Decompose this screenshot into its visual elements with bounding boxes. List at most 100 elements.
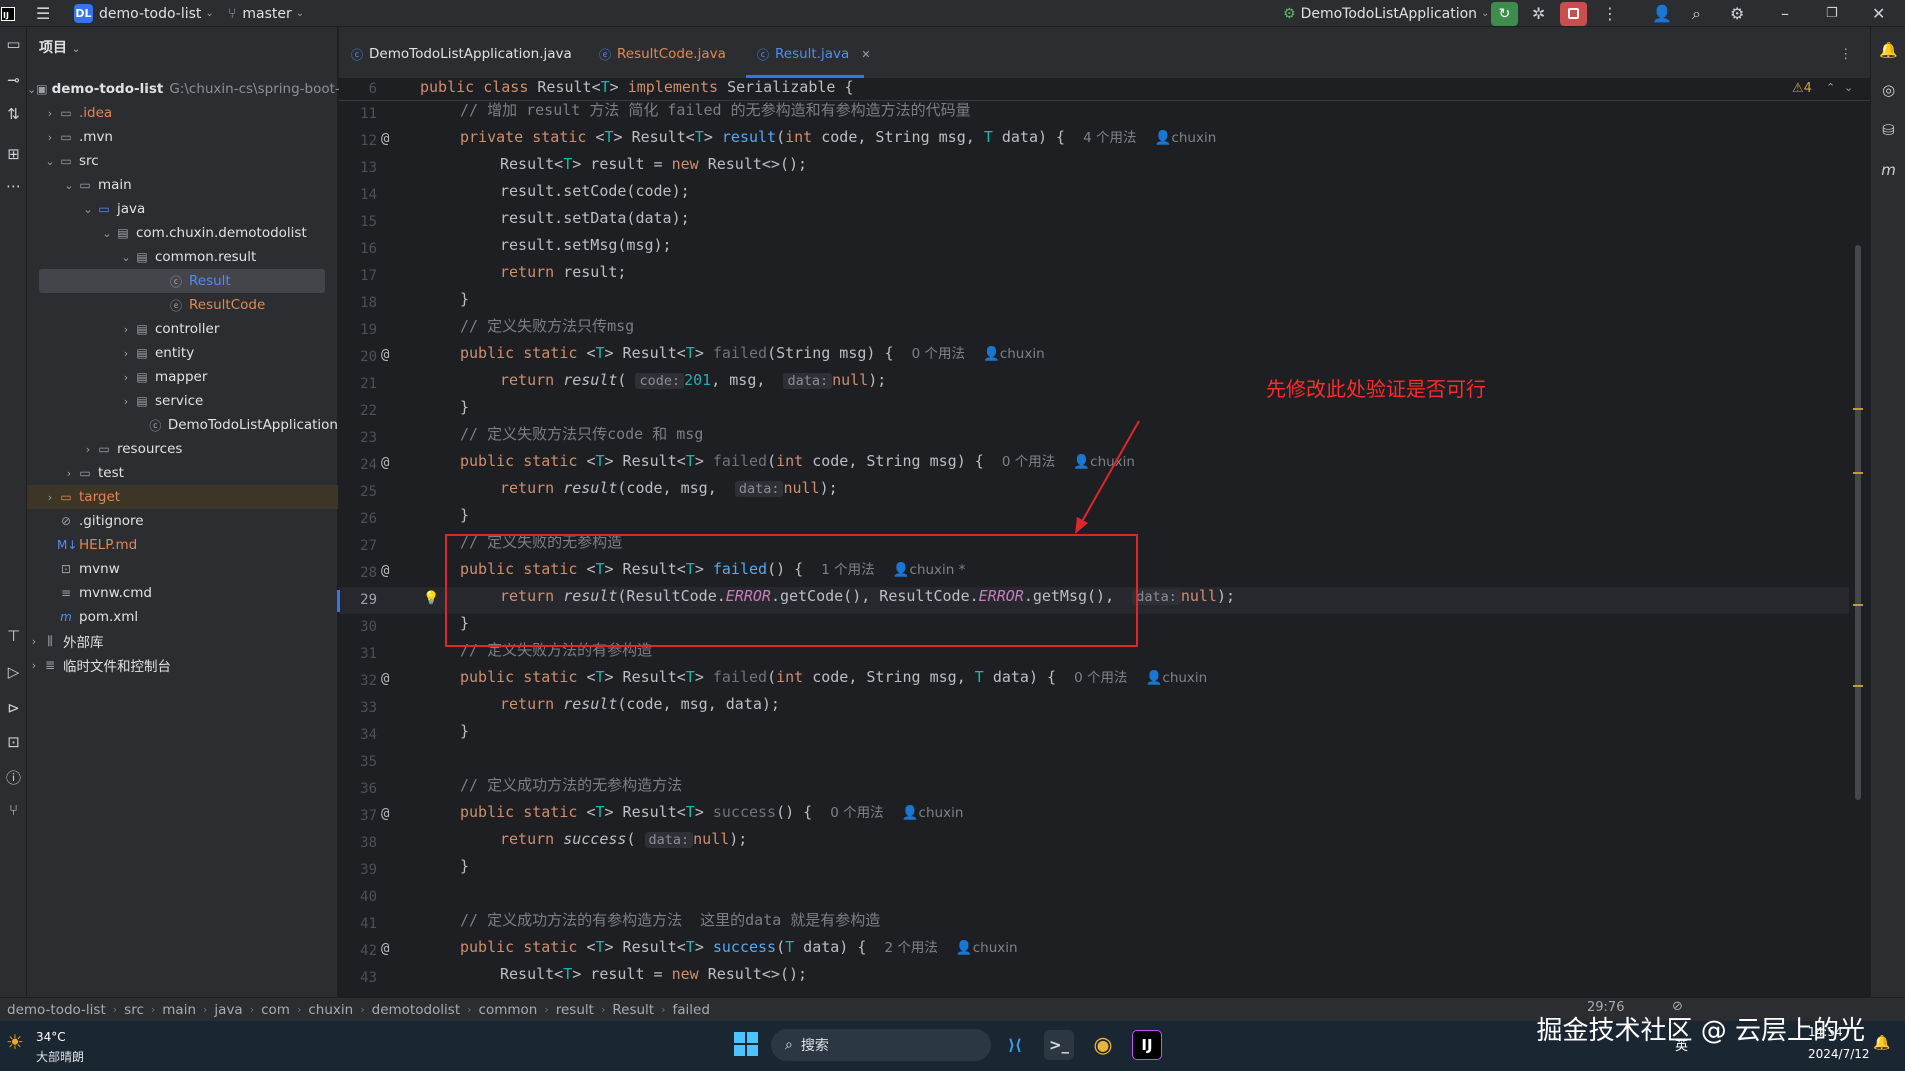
notifications-icon[interactable]: 🔔 bbox=[1875, 41, 1902, 59]
main-menu-icon[interactable]: ☰ bbox=[36, 0, 50, 27]
more-actions-icon[interactable]: ⋮ bbox=[1602, 0, 1618, 27]
terminal-icon[interactable]: ⊡ bbox=[0, 733, 27, 751]
warning-stripe[interactable] bbox=[1853, 685, 1863, 687]
tree-item-helpmd[interactable]: M↓ HELP.md bbox=[27, 533, 338, 557]
tab-options-icon[interactable]: ⋮ bbox=[1839, 41, 1853, 67]
git-icon[interactable]: ⑂ bbox=[0, 801, 27, 819]
tree-item-external-libs[interactable]: › ⫼ 外部库 bbox=[27, 629, 338, 653]
usage-hint[interactable]: 2 个用法 bbox=[884, 940, 937, 956]
close-tab-icon[interactable]: ✕ bbox=[861, 48, 870, 61]
tree-item-src[interactable]: ⌄ ▭ src bbox=[27, 149, 338, 173]
tree-item-entity[interactable]: › ▤ entity bbox=[27, 341, 338, 365]
close-icon[interactable]: ✕ bbox=[1872, 0, 1885, 27]
author-hint[interactable]: chuxin bbox=[1171, 130, 1216, 146]
run-icon[interactable]: ▷ bbox=[0, 663, 27, 681]
tree-item-result[interactable]: ⓒ Result bbox=[39, 269, 325, 293]
tree-item-service[interactable]: › ▤ service bbox=[27, 389, 338, 413]
author-hint[interactable]: chuxin bbox=[1162, 670, 1207, 686]
problems-icon[interactable]: ⓘ bbox=[0, 767, 27, 788]
tree-item-resources[interactable]: › ▭ resources bbox=[27, 437, 338, 461]
breadcrumb-item[interactable]: demo-todo-list bbox=[7, 1002, 106, 1018]
project-switcher[interactable]: DL demo-todo-list ⌄ bbox=[74, 0, 214, 27]
author-hint[interactable]: chuxin bbox=[973, 940, 1018, 956]
project-panel-header[interactable]: 项目 ⌄ bbox=[39, 37, 80, 57]
settings-gear-icon[interactable]: ⚙ bbox=[1730, 0, 1744, 27]
notification-bell-icon[interactable]: 🔔 bbox=[1873, 1035, 1890, 1051]
branch-switcher[interactable]: ⑂ master ⌄ bbox=[228, 0, 304, 27]
warning-stripe[interactable] bbox=[1853, 472, 1863, 474]
author-hint[interactable]: chuxin bbox=[1000, 346, 1045, 362]
breadcrumb-item[interactable]: demotodolist bbox=[372, 1002, 461, 1018]
tree-item-mapper[interactable]: › ▤ mapper bbox=[27, 365, 338, 389]
commit-icon[interactable]: ⊸ bbox=[0, 71, 27, 89]
lightbulb-icon[interactable]: 💡 bbox=[423, 591, 439, 606]
tree-item-main[interactable]: ⌄ ▭ main bbox=[27, 173, 338, 197]
weather-desc[interactable]: 大部晴朗 bbox=[36, 1048, 84, 1065]
weather-icon[interactable]: ☀ bbox=[6, 1030, 24, 1054]
add-user-icon[interactable]: 👤 bbox=[1652, 0, 1672, 27]
clock-date[interactable]: 2024/7/12 bbox=[1808, 1047, 1870, 1061]
tab-demotodolistapplication[interactable]: ⓒ DemoTodoListApplication.java bbox=[351, 41, 572, 67]
minimize-icon[interactable]: – bbox=[1781, 0, 1789, 27]
structure-icon[interactable]: ⊞ bbox=[0, 145, 27, 163]
usage-hint[interactable]: 0 个用法 bbox=[830, 805, 883, 821]
implements-marker-icon[interactable]: @ bbox=[381, 131, 389, 147]
breadcrumb-item[interactable]: failed bbox=[672, 1002, 709, 1018]
intellij-taskbar-icon[interactable]: IJ bbox=[1132, 1030, 1162, 1060]
tree-item-java[interactable]: ⌄ ▭ java bbox=[27, 197, 338, 221]
tree-root[interactable]: ⌄ ▣ demo-todo-list G:\chuxin-cs\spring-boot… bbox=[27, 77, 340, 101]
usage-hint[interactable]: 4 个用法 bbox=[1083, 130, 1136, 146]
tree-item-pomxml[interactable]: m pom.xml bbox=[27, 605, 338, 629]
usage-hint[interactable]: 0 个用法 bbox=[1074, 670, 1127, 686]
warning-stripe[interactable] bbox=[1853, 604, 1863, 606]
warning-count[interactable]: ⚠4 bbox=[1792, 81, 1812, 96]
debug-button[interactable]: ✲ bbox=[1532, 0, 1545, 27]
tree-item-mvnwcmd[interactable]: ≡ mvnw.cmd bbox=[27, 581, 338, 605]
stop-button[interactable] bbox=[1560, 0, 1587, 27]
tab-result[interactable]: ⓒ Result.java ✕ bbox=[757, 41, 871, 67]
breadcrumb-item[interactable]: Result bbox=[612, 1002, 654, 1018]
breadcrumb-item[interactable]: common bbox=[479, 1002, 538, 1018]
breadcrumb-item[interactable]: java bbox=[214, 1002, 242, 1018]
editor-vertical-scrollbar[interactable] bbox=[1855, 245, 1861, 800]
debug-tool-icon[interactable]: ⊳ bbox=[0, 699, 27, 717]
project-folder-icon[interactable]: ▭ bbox=[0, 35, 27, 53]
terminal-app-icon[interactable]: >_ bbox=[1044, 1030, 1074, 1060]
prev-highlight-icon[interactable]: ⌃ bbox=[1826, 81, 1835, 94]
tree-item-test[interactable]: › ▭ test bbox=[27, 461, 338, 485]
tab-resultcode[interactable]: ⓔ ResultCode.java bbox=[599, 41, 726, 67]
pull-request-icon[interactable]: ⇅ bbox=[0, 105, 27, 123]
taskbar-search[interactable]: ⌕ 搜索 bbox=[771, 1029, 991, 1061]
implements-marker-icon[interactable]: @ bbox=[381, 563, 389, 579]
database-icon[interactable]: ⛁ bbox=[1875, 121, 1902, 139]
tree-item-idea[interactable]: › ▭ .idea bbox=[27, 101, 338, 125]
author-hint[interactable]: chuxin bbox=[919, 805, 964, 821]
implements-marker-icon[interactable]: @ bbox=[381, 806, 389, 822]
warning-stripe[interactable] bbox=[1853, 408, 1863, 410]
more-tools-icon[interactable]: ⋯ bbox=[0, 177, 27, 195]
tree-item-resultcode[interactable]: ⓔ ResultCode bbox=[27, 293, 338, 317]
tree-item-gitignore[interactable]: ⊘ .gitignore bbox=[27, 509, 338, 533]
breadcrumb-item[interactable]: result bbox=[556, 1002, 594, 1018]
tree-item-target[interactable]: › ▭ target bbox=[27, 485, 338, 509]
tree-item-common-result[interactable]: ⌄ ▤ common.result bbox=[27, 245, 338, 269]
implements-marker-icon[interactable]: @ bbox=[381, 671, 389, 687]
next-highlight-icon[interactable]: ⌄ bbox=[1844, 81, 1853, 94]
search-icon[interactable]: ⌕ bbox=[1692, 0, 1701, 27]
chrome-icon[interactable]: ◉ bbox=[1088, 1030, 1118, 1060]
ai-assistant-icon[interactable]: ◎ bbox=[1875, 81, 1902, 99]
implements-marker-icon[interactable]: @ bbox=[381, 455, 389, 471]
tree-item-controller[interactable]: › ▤ controller bbox=[27, 317, 338, 341]
breadcrumb-item[interactable]: chuxin bbox=[308, 1002, 353, 1018]
breadcrumb-item[interactable]: main bbox=[162, 1002, 196, 1018]
run-config-selector[interactable]: ⚙ DemoTodoListApplication ⌄ bbox=[1283, 0, 1489, 27]
implements-marker-icon[interactable]: @ bbox=[381, 347, 389, 363]
windows-start-icon[interactable] bbox=[734, 1032, 758, 1056]
services-icon[interactable]: ⊤ bbox=[0, 627, 27, 645]
tree-item-application[interactable]: ⓒ DemoTodoListApplication bbox=[27, 413, 338, 437]
weather-temp[interactable]: 34°C bbox=[36, 1030, 66, 1044]
code-editor[interactable]: 11 12 13 14 15 16 17 18 19 20 21 22 23 24 25 26 27 28 29 30… bbox=[337, 101, 1870, 997]
tree-item-scratches[interactable]: › ≣ 临时文件和控制台 bbox=[27, 653, 338, 677]
breadcrumb-item[interactable]: src bbox=[124, 1002, 144, 1018]
restore-icon[interactable]: ❐ bbox=[1826, 0, 1838, 27]
